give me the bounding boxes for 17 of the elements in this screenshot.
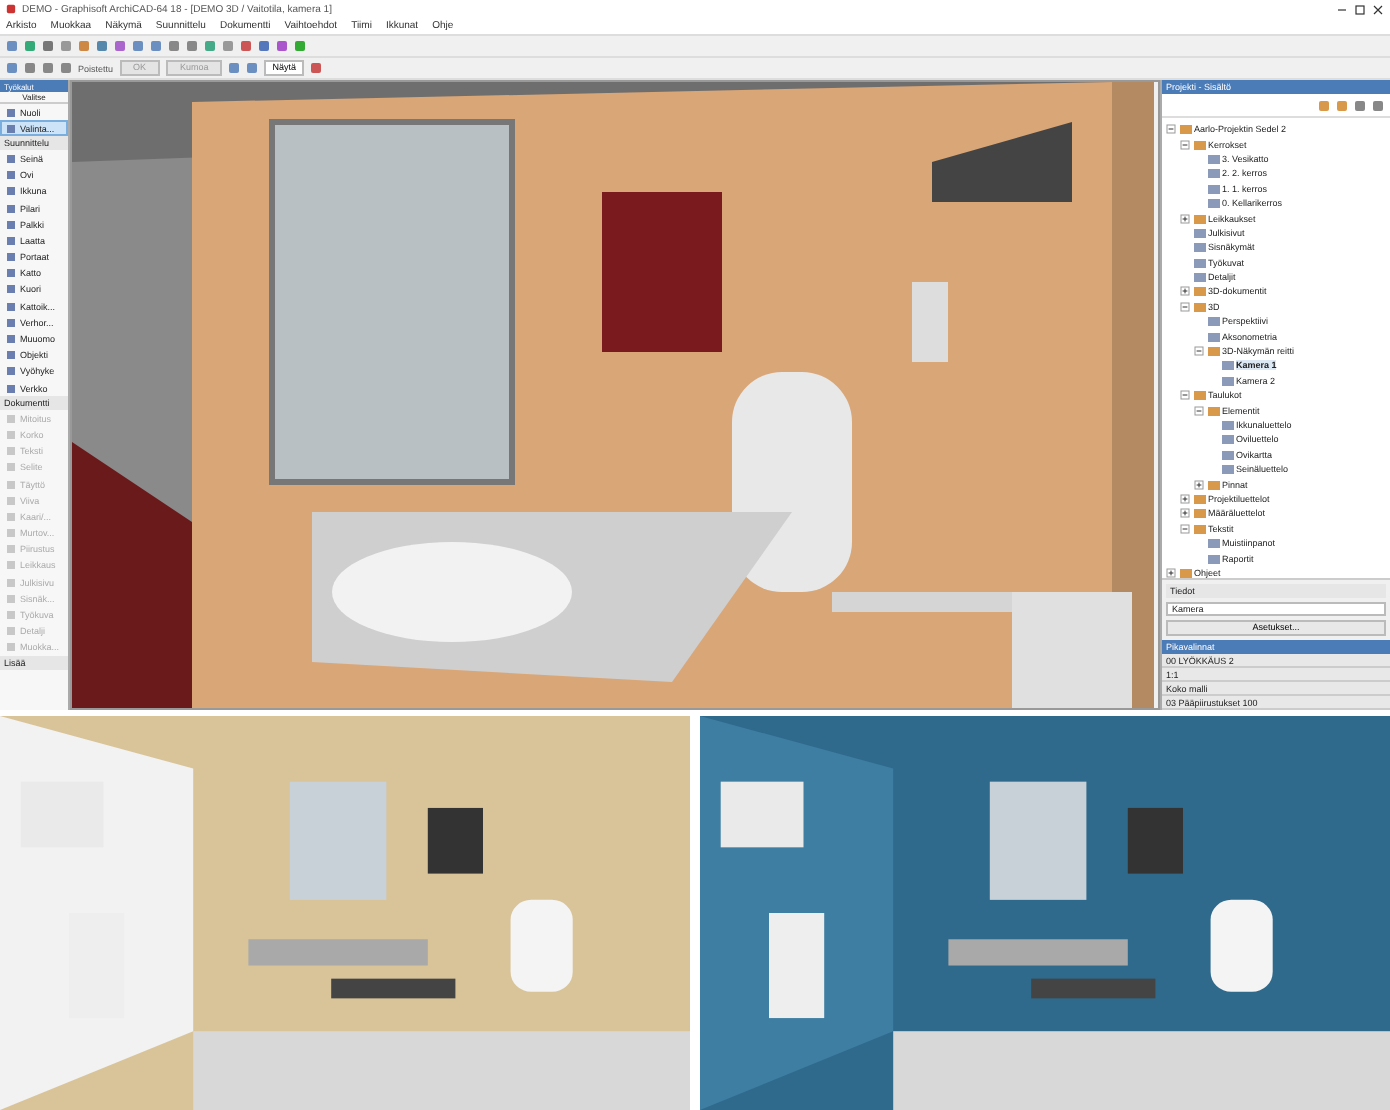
close-icon[interactable] [1372, 3, 1384, 15]
expand-toggle[interactable] [1180, 523, 1190, 534]
expand-toggle[interactable] [1180, 493, 1190, 504]
expand-toggle[interactable] [1180, 508, 1190, 519]
expand-toggle[interactable] [1166, 124, 1176, 135]
expand-toggle[interactable] [1180, 213, 1190, 224]
expand-toggle[interactable] [1180, 286, 1190, 297]
app-icon[interactable] [6, 4, 16, 14]
expand-toggle[interactable] [1180, 139, 1190, 150]
expand-toggle[interactable] [1194, 405, 1204, 416]
expand-toggle[interactable] [1180, 390, 1190, 401]
expand-toggle[interactable] [1180, 301, 1190, 312]
expand-toggle[interactable] [1166, 567, 1176, 578]
maximize-icon[interactable] [1354, 3, 1366, 15]
expand-toggle[interactable] [1194, 479, 1204, 490]
expand-toggle[interactable] [1194, 346, 1204, 357]
minimize-icon[interactable] [1336, 3, 1348, 15]
